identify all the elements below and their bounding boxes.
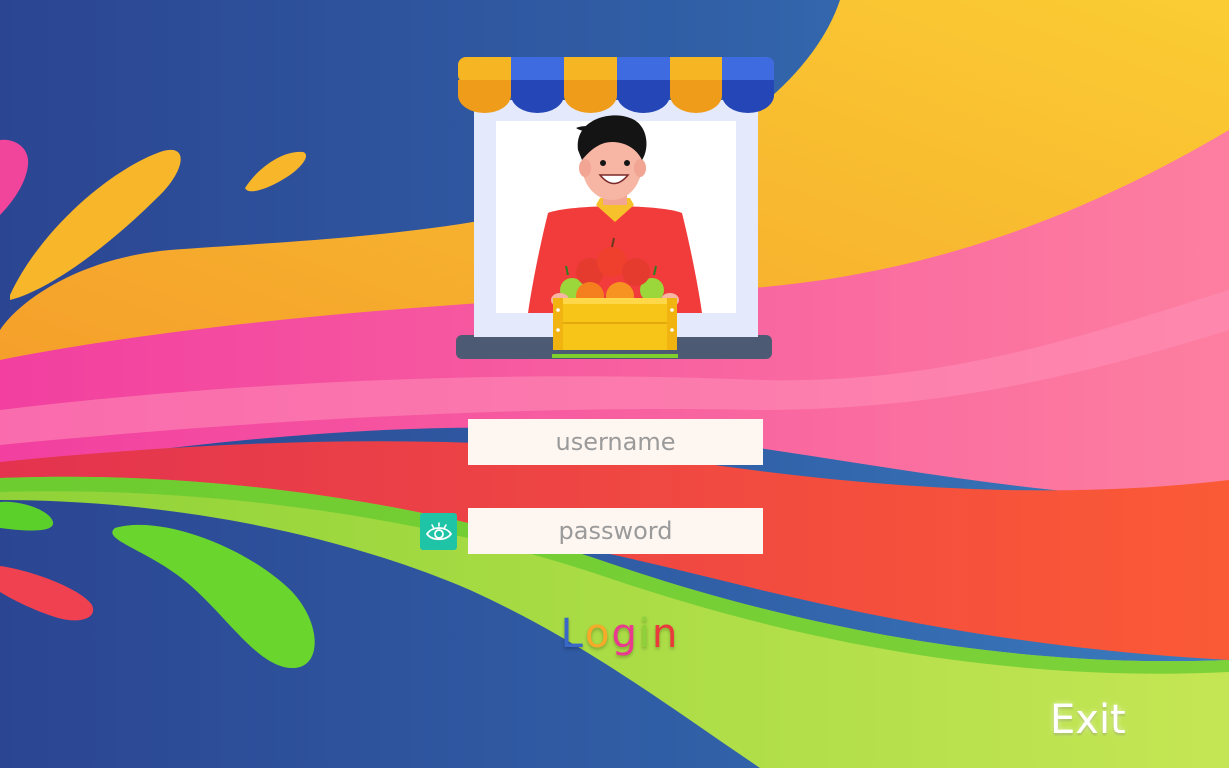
exit-button[interactable]: Exit	[1050, 690, 1160, 750]
password-input[interactable]	[468, 508, 763, 554]
username-input[interactable]	[468, 419, 763, 465]
login-letter: i	[638, 611, 652, 657]
login-button[interactable]: Login	[540, 604, 700, 664]
login-letter: g	[611, 611, 639, 657]
show-password-button[interactable]	[420, 513, 457, 550]
eye-icon	[425, 521, 452, 540]
login-letter: L	[560, 611, 585, 657]
login-letter: o	[584, 611, 612, 657]
login-letter: n	[651, 611, 680, 657]
shop-illustration	[456, 57, 774, 359]
